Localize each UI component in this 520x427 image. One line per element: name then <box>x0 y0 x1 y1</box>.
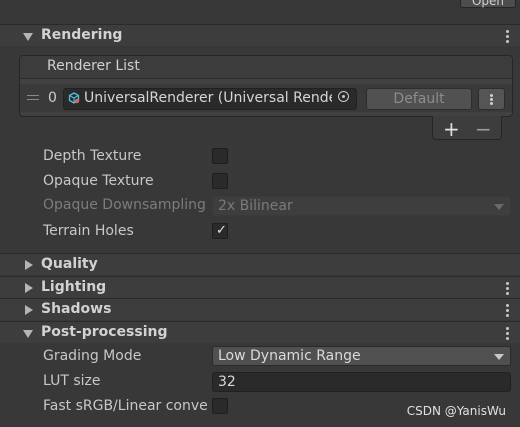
object-picker-icon[interactable] <box>338 91 349 102</box>
section-title-rendering: Rendering <box>41 27 123 43</box>
opaque-texture-checkbox[interactable] <box>212 173 228 189</box>
renderer-object-name: UniversalRenderer (Universal Renderer Da… <box>84 90 332 106</box>
depth-texture-checkbox[interactable] <box>212 148 228 164</box>
opaque-downsampling-value: 2x Bilinear <box>218 198 293 214</box>
add-renderer-button[interactable]: + <box>443 117 460 141</box>
fast-srgb-label: Fast sRGB/Linear conversion <box>43 398 208 414</box>
kebab-menu-icon[interactable] <box>506 30 510 45</box>
dropdown-arrow-icon <box>494 354 504 360</box>
top-strip <box>0 0 520 22</box>
renderer-list-title: Renderer List <box>47 58 140 74</box>
open-button[interactable]: Open <box>460 0 516 8</box>
checkmark-icon: ✓ <box>216 223 227 238</box>
section-title-shadows: Shadows <box>41 301 112 317</box>
dropdown-arrow-icon <box>494 204 504 210</box>
kebab-menu-icon[interactable] <box>506 327 510 342</box>
opaque-downsampling-dropdown: 2x Bilinear <box>212 196 511 216</box>
terrain-holes-label: Terrain Holes <box>43 223 134 239</box>
section-header-post-processing[interactable]: Post-processing <box>0 321 520 343</box>
grading-mode-value: Low Dynamic Range <box>218 348 361 364</box>
renderer-options-button[interactable] <box>478 88 505 110</box>
watermark: CSDN @YanisWu <box>406 404 506 418</box>
renderer-index: 0 <box>48 90 57 106</box>
foldout-collapsed-icon <box>25 283 33 293</box>
opaque-texture-label: Opaque Texture <box>43 173 154 189</box>
kebab-menu-icon[interactable] <box>506 304 510 319</box>
fast-srgb-checkbox[interactable] <box>212 398 228 414</box>
section-header-rendering[interactable]: Rendering <box>0 24 520 46</box>
remove-renderer-button[interactable]: − <box>475 117 492 141</box>
section-title-quality: Quality <box>41 256 98 272</box>
foldout-expanded-icon <box>23 33 33 41</box>
section-title-lighting: Lighting <box>41 279 107 295</box>
opaque-downsampling-label: Opaque Downsampling <box>43 197 206 213</box>
drag-handle-icon[interactable] <box>27 95 39 103</box>
foldout-expanded-icon <box>23 330 33 338</box>
terrain-holes-checkbox[interactable]: ✓ <box>212 223 228 239</box>
scriptable-object-icon <box>68 92 80 104</box>
foldout-collapsed-icon <box>25 260 33 270</box>
foldout-collapsed-icon <box>25 305 33 315</box>
section-header-shadows[interactable]: Shadows <box>0 298 520 320</box>
lut-size-field[interactable]: 32 <box>212 372 511 392</box>
section-header-lighting[interactable]: Lighting <box>0 276 520 298</box>
depth-texture-label: Depth Texture <box>43 148 142 164</box>
lut-size-value: 32 <box>218 374 236 390</box>
set-default-button[interactable]: Default <box>366 88 472 110</box>
grading-mode-dropdown[interactable]: Low Dynamic Range <box>212 346 511 366</box>
lut-size-label: LUT size <box>43 373 101 389</box>
grading-mode-label: Grading Mode <box>43 348 142 364</box>
section-title-post-processing: Post-processing <box>41 324 168 340</box>
section-header-quality[interactable]: Quality <box>0 253 520 275</box>
kebab-menu-icon[interactable] <box>506 282 510 297</box>
